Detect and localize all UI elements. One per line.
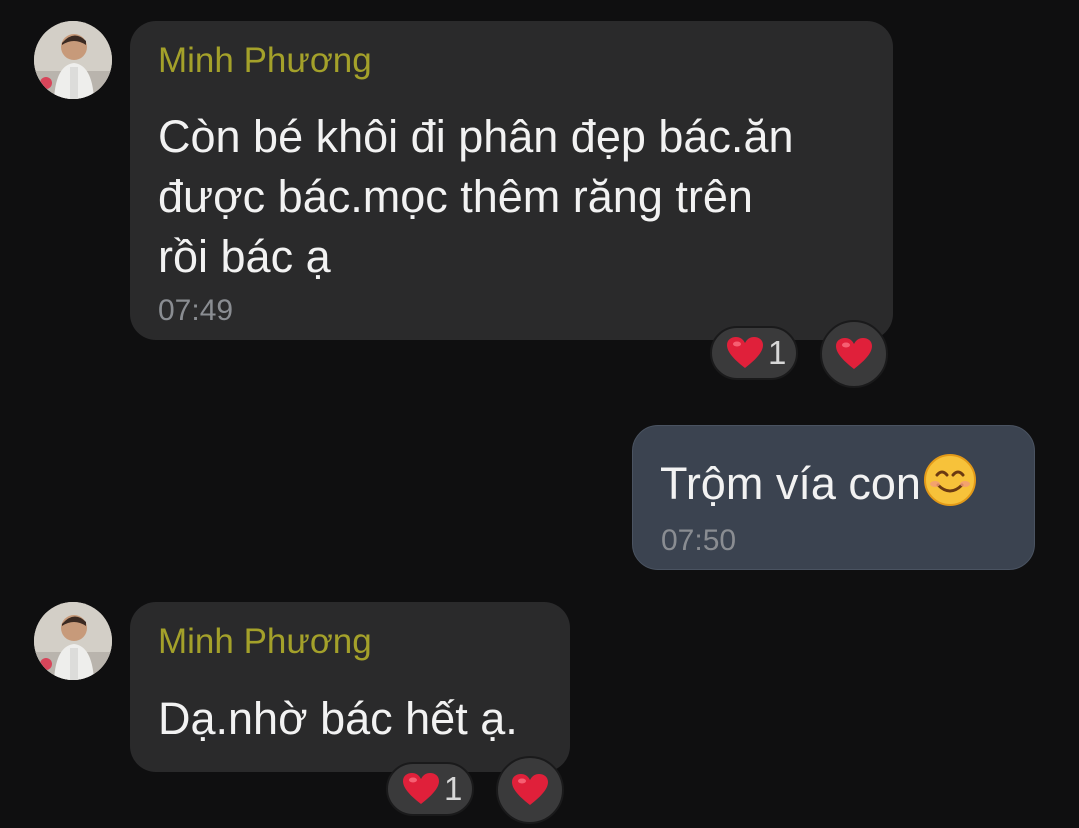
message-time: 07:50: [661, 524, 737, 557]
avatar[interactable]: [34, 21, 112, 99]
message-text-line: được bác.mọc thêm răng trên: [158, 171, 753, 222]
reaction-summary[interactable]: 1: [386, 762, 474, 816]
reaction-summary[interactable]: 1: [710, 326, 798, 380]
react-heart-button[interactable]: [820, 320, 888, 388]
reaction-count: 1: [768, 334, 787, 371]
avatar-photo: [34, 602, 112, 680]
react-heart-button[interactable]: [496, 756, 564, 824]
message-text-content: Trộm vía con: [660, 458, 921, 509]
chat-thread: Minh Phương Còn bé khôi đi phân đẹp bác.…: [0, 0, 1079, 828]
sender-name[interactable]: Minh Phương: [158, 41, 372, 81]
message-time: 07:49: [158, 294, 234, 327]
smiling-face-icon: [923, 454, 976, 506]
message-text: Trộm vía con: [660, 453, 977, 514]
avatar[interactable]: [34, 602, 112, 680]
sender-name[interactable]: Minh Phương: [158, 622, 372, 662]
red-heart-icon: [727, 337, 763, 368]
message-text-line: Còn bé khôi đi phân đẹp bác.ăn: [158, 111, 794, 162]
avatar-photo: [34, 21, 112, 99]
red-heart-icon: [836, 338, 872, 369]
message-text-line: Dạ.nhờ bác hết ạ.: [158, 693, 518, 744]
message-text-line: rồi bác ạ: [158, 231, 331, 282]
red-heart-icon: [512, 774, 548, 805]
red-heart-icon: [403, 773, 439, 804]
reaction-count: 1: [444, 770, 463, 807]
